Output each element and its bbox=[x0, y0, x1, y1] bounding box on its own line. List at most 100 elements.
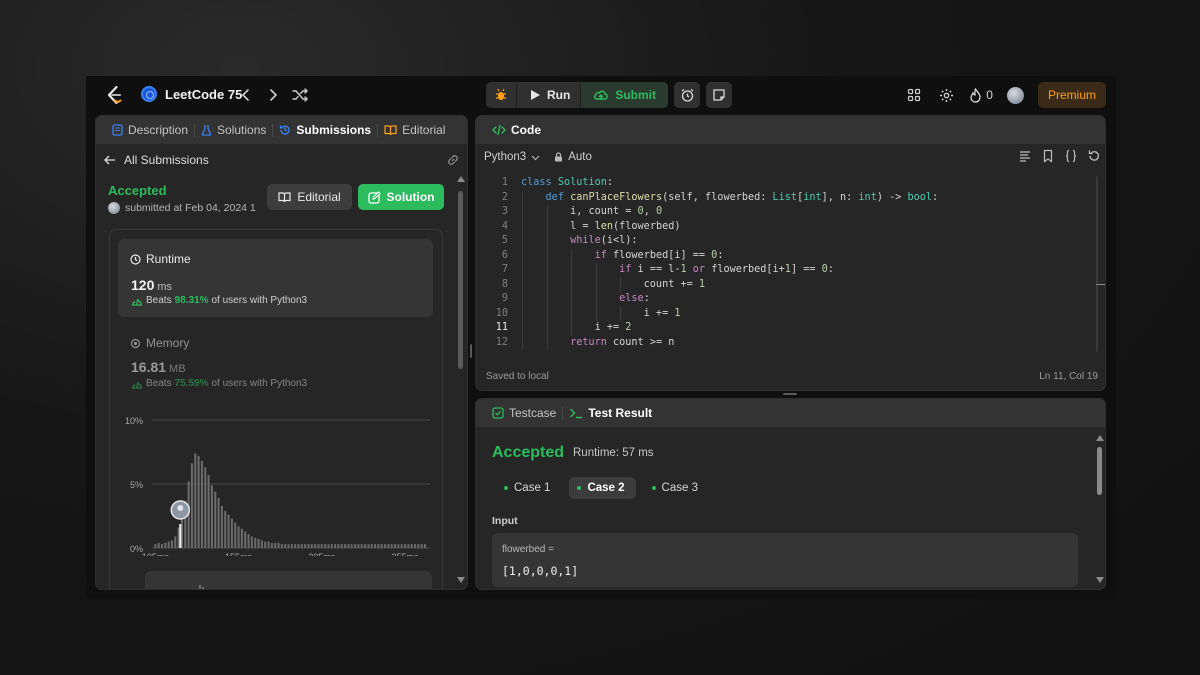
input-heading: Input bbox=[492, 515, 518, 527]
histogram-bar bbox=[194, 453, 197, 548]
submission-status: Accepted bbox=[108, 183, 167, 198]
chevron-right-icon[interactable] bbox=[263, 85, 283, 105]
avatar bbox=[108, 202, 120, 214]
notes-button[interactable] bbox=[706, 82, 732, 108]
histogram-bar bbox=[384, 544, 387, 548]
tab-description[interactable]: Description bbox=[106, 123, 194, 137]
tab-code[interactable]: Code bbox=[486, 123, 547, 137]
analysis-card[interactable] bbox=[145, 571, 432, 589]
submitted-text: submitted at Feb 04, 2024 11: bbox=[125, 202, 256, 214]
gear-icon[interactable] bbox=[937, 86, 955, 104]
histogram-bar bbox=[364, 544, 367, 548]
indent-guide bbox=[595, 306, 597, 321]
code-line[interactable]: 5 while(i<l): bbox=[476, 234, 1096, 249]
line-number: 1 bbox=[501, 177, 508, 188]
code-line[interactable]: 2 def canPlaceFlowers(self, flowerbed: L… bbox=[476, 191, 1096, 206]
grid-icon[interactable] bbox=[905, 86, 923, 104]
pass-dot-icon bbox=[504, 486, 508, 490]
code-text: def canPlaceFlowers(self, flowerbed: Lis… bbox=[545, 191, 939, 203]
histogram-bar bbox=[320, 544, 323, 548]
language-select[interactable]: Python3 bbox=[484, 151, 540, 163]
shuffle-icon[interactable] bbox=[290, 85, 310, 105]
chevron-left-icon[interactable] bbox=[236, 85, 256, 105]
avatar[interactable] bbox=[1006, 86, 1024, 104]
code-line[interactable]: 7 if i == l-1 or flowerbed[i+1] == 0: bbox=[476, 263, 1096, 278]
code-line[interactable]: 10 i += 1 bbox=[476, 307, 1096, 322]
histogram-bar bbox=[357, 544, 360, 548]
code-line[interactable]: 12 return count >= n bbox=[476, 336, 1096, 351]
tab-editorial[interactable]: Editorial bbox=[378, 123, 451, 137]
left-scrollbar[interactable] bbox=[458, 191, 463, 369]
code-line[interactable]: 4 l = len(flowerbed) bbox=[476, 220, 1096, 235]
memory-card[interactable]: Memory 16.81 MB Beats 75.59% of users wit… bbox=[118, 326, 433, 396]
test-scrollbar[interactable] bbox=[1097, 447, 1102, 495]
scroll-down-icon[interactable] bbox=[457, 577, 465, 583]
link-icon[interactable] bbox=[446, 153, 460, 167]
code-line[interactable]: 6 if flowerbed[i] == 0: bbox=[476, 249, 1096, 264]
course-selector[interactable]: LeetCode 75 bbox=[141, 86, 242, 102]
tab-test-result[interactable]: Test Result bbox=[563, 406, 658, 420]
histogram-bar bbox=[294, 544, 297, 548]
scroll-up-icon[interactable] bbox=[457, 176, 465, 182]
timer-button[interactable] bbox=[674, 82, 700, 108]
reset-icon[interactable] bbox=[1087, 149, 1101, 163]
leetcode-logo[interactable] bbox=[104, 85, 124, 105]
editorial-button[interactable]: Editorial bbox=[267, 184, 352, 210]
horizontal-resize-handle[interactable] bbox=[783, 393, 797, 395]
histogram-bar bbox=[220, 505, 223, 548]
histogram-bar bbox=[190, 463, 193, 548]
format-icon[interactable] bbox=[1018, 149, 1032, 163]
avatar-highlight bbox=[177, 505, 184, 511]
code-line[interactable]: 9 else: bbox=[476, 292, 1096, 307]
runtime-distribution-chart[interactable]: 10%5%0%105ms155ms205ms255ms bbox=[112, 406, 442, 556]
scroll-up-icon[interactable] bbox=[1096, 435, 1104, 441]
case-tab-2[interactable]: Case 2 bbox=[569, 477, 636, 499]
all-submissions-link[interactable]: All Submissions bbox=[104, 151, 460, 169]
runtime-beats-pct: 98.31% bbox=[174, 295, 209, 306]
tab-solutions[interactable]: Solutions bbox=[195, 123, 272, 137]
code-editor[interactable]: 1 class Solution: 2 def canPlaceFlowers(se… bbox=[476, 176, 1096, 354]
histogram-bar bbox=[270, 542, 273, 548]
code-line[interactable]: 3 i, count = 0, 0 bbox=[476, 205, 1096, 220]
memory-unit: MB bbox=[169, 363, 186, 375]
streak-counter[interactable]: 0 bbox=[969, 87, 993, 103]
code-scrollbar[interactable] bbox=[1096, 176, 1098, 352]
vertical-resize-handle[interactable] bbox=[470, 344, 472, 358]
solution-button[interactable]: Solution bbox=[358, 184, 444, 210]
play-icon bbox=[531, 90, 540, 100]
chip-icon bbox=[130, 338, 141, 348]
histogram-bar bbox=[417, 544, 420, 548]
histogram-bar bbox=[317, 544, 320, 548]
histogram-bar bbox=[310, 544, 313, 548]
premium-button[interactable]: Premium bbox=[1037, 82, 1106, 108]
clock-icon bbox=[130, 253, 141, 265]
case-label: Case 3 bbox=[661, 482, 698, 494]
code-line[interactable]: 1 class Solution: bbox=[476, 176, 1096, 191]
editor-icon-bar bbox=[1018, 149, 1101, 163]
indent-guide bbox=[546, 306, 548, 321]
braces-icon[interactable] bbox=[1064, 149, 1078, 163]
case-tab-3[interactable]: Case 3 bbox=[644, 477, 709, 499]
case-tab-1[interactable]: Case 1 bbox=[496, 477, 561, 499]
scroll-down-icon[interactable] bbox=[1096, 577, 1104, 583]
histogram-bar bbox=[287, 544, 290, 548]
code-text: l = len(flowerbed) bbox=[521, 220, 681, 232]
editor-actions: Run Submit bbox=[486, 82, 732, 108]
histogram-bar bbox=[250, 536, 253, 548]
run-button[interactable]: Run bbox=[516, 82, 580, 108]
debug-button[interactable] bbox=[486, 82, 516, 108]
submit-button[interactable]: Submit bbox=[580, 82, 668, 108]
histogram-bar bbox=[264, 541, 267, 548]
histogram-bar bbox=[344, 544, 347, 548]
code-line[interactable]: 11 i += 2 bbox=[476, 321, 1096, 336]
indent-guide bbox=[595, 277, 597, 292]
bookmark-icon[interactable] bbox=[1041, 149, 1055, 163]
tab-testcase[interactable]: Testcase bbox=[486, 406, 562, 420]
flask-icon bbox=[201, 125, 212, 136]
runtime-card[interactable]: Runtime 120 ms Beats 98.31% of users with… bbox=[118, 239, 433, 317]
tab-submissions[interactable]: Submissions bbox=[273, 123, 377, 137]
indent-guide bbox=[620, 306, 622, 321]
auto-mode-toggle[interactable]: Auto bbox=[554, 151, 592, 163]
code-line[interactable]: 8 count += 1 bbox=[476, 278, 1096, 293]
histogram-bar bbox=[237, 526, 240, 548]
